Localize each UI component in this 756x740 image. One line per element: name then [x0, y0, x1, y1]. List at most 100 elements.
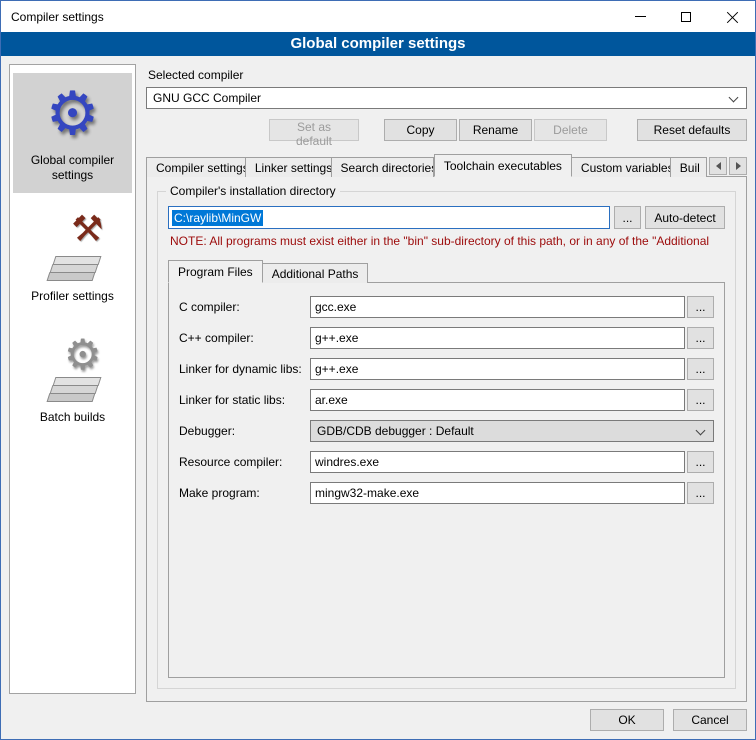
- tab-scroll-right-button[interactable]: [729, 157, 747, 175]
- toolchain-executables-panel: Compiler's installation directory C:\ray…: [146, 176, 747, 702]
- delete-button[interactable]: Delete: [534, 119, 607, 141]
- tab-linker-settings[interactable]: Linker settings: [246, 157, 332, 177]
- field-label: C compiler:: [179, 300, 310, 314]
- sidebar-item-label: Batch builds: [15, 410, 130, 425]
- bin-subdirectory-note: NOTE: All programs must exist either in …: [170, 234, 723, 248]
- maximize-icon: [681, 12, 691, 22]
- minimize-icon: [635, 16, 646, 17]
- compiler-select[interactable]: GNU GCC Compiler: [146, 87, 747, 109]
- tab-search-directories[interactable]: Search directories: [332, 157, 434, 177]
- main-row: ⚙ Global compiler settings ⚒ Profiler se…: [9, 64, 747, 702]
- dynamic-linker-browse-button[interactable]: ...: [687, 358, 714, 380]
- field-row-static-linker: Linker for static libs: ...: [179, 389, 714, 411]
- resource-compiler-input[interactable]: [310, 451, 685, 473]
- installation-directory-groupbox: Compiler's installation directory C:\ray…: [157, 191, 736, 689]
- tab-custom-variables[interactable]: Custom variables: [572, 157, 671, 177]
- cpp-compiler-input[interactable]: [310, 327, 685, 349]
- rename-button[interactable]: Rename: [459, 119, 532, 141]
- paper-sheet: [49, 264, 98, 273]
- sidebar-item-label: Global compiler settings: [15, 153, 130, 183]
- triangle-left-icon: [716, 162, 721, 170]
- selected-compiler-label: Selected compiler: [148, 68, 747, 82]
- field-label: Debugger:: [179, 424, 310, 438]
- field-row-debugger: Debugger: GDB/CDB debugger : Default: [179, 420, 714, 442]
- papers-stack-icon: [48, 251, 100, 281]
- cancel-button[interactable]: Cancel: [673, 709, 747, 731]
- program-files-tab-strip: Program Files Additional Paths: [168, 260, 725, 283]
- maximize-button[interactable]: [663, 1, 709, 32]
- installation-directory-input[interactable]: C:\raylib\MinGW: [168, 206, 610, 229]
- make-program-input[interactable]: [310, 482, 685, 504]
- resource-compiler-browse-button[interactable]: ...: [687, 451, 714, 473]
- tab-build-options[interactable]: Buil: [671, 157, 707, 177]
- sidebar-item-label: Profiler settings: [15, 289, 130, 304]
- sidebar-item-batch-builds[interactable]: ⚙ Batch builds: [13, 330, 132, 435]
- set-as-default-button[interactable]: Set as default: [269, 119, 359, 141]
- ok-button[interactable]: OK: [590, 709, 664, 731]
- settings-tab-strip: Compiler settings Linker settings Search…: [146, 154, 747, 177]
- global-compiler-settings-icon: ⚙: [40, 81, 106, 147]
- field-label: Linker for static libs:: [179, 393, 310, 407]
- batch-builds-icon: ⚙: [40, 338, 106, 404]
- field-label: Make program:: [179, 486, 310, 500]
- copy-button[interactable]: Copy: [384, 119, 457, 141]
- tab-toolchain-executables[interactable]: Toolchain executables: [434, 154, 572, 177]
- dialog-content: ⚙ Global compiler settings ⚒ Profiler se…: [1, 56, 755, 739]
- paper-sheet: [46, 272, 95, 281]
- installation-directory-browse-button[interactable]: ...: [614, 206, 641, 229]
- dialog-header: Global compiler settings: [1, 32, 755, 56]
- auto-detect-button[interactable]: Auto-detect: [645, 206, 725, 229]
- program-files-panel: C compiler: ... C++ compiler: ... Linker: [168, 282, 725, 678]
- profiler-settings-icon: ⚒: [40, 217, 106, 283]
- debugger-select-value: GDB/CDB debugger : Default: [317, 424, 474, 438]
- compiler-select-value: GNU GCC Compiler: [153, 91, 261, 105]
- tab-program-files[interactable]: Program Files: [168, 260, 263, 283]
- c-compiler-browse-button[interactable]: ...: [687, 296, 714, 318]
- hammer-icon: ⚒: [71, 211, 103, 247]
- minimize-button[interactable]: [617, 1, 663, 32]
- close-button[interactable]: [709, 1, 755, 32]
- tab-scroll-arrows: [709, 157, 747, 175]
- field-row-cpp-compiler: C++ compiler: ...: [179, 327, 714, 349]
- main-panel: Selected compiler GNU GCC Compiler Set a…: [136, 64, 747, 702]
- debugger-select[interactable]: GDB/CDB debugger : Default: [310, 420, 714, 442]
- field-row-dynamic-linker: Linker for dynamic libs: ...: [179, 358, 714, 380]
- c-compiler-input[interactable]: [310, 296, 685, 318]
- paper-sheet: [52, 256, 101, 265]
- close-icon: [726, 10, 739, 23]
- static-linker-browse-button[interactable]: ...: [687, 389, 714, 411]
- tab-compiler-settings[interactable]: Compiler settings: [146, 157, 246, 177]
- dynamic-linker-input[interactable]: [310, 358, 685, 380]
- compiler-buttons-row: Set as default Copy Rename Delete Reset …: [146, 119, 747, 141]
- sidebar-item-global-compiler-settings[interactable]: ⚙ Global compiler settings: [13, 73, 132, 193]
- make-program-browse-button[interactable]: ...: [687, 482, 714, 504]
- tab-additional-paths[interactable]: Additional Paths: [263, 263, 369, 283]
- installation-directory-row: C:\raylib\MinGW ... Auto-detect: [168, 206, 725, 229]
- paper-sheet: [49, 385, 98, 394]
- field-label: Resource compiler:: [179, 455, 310, 469]
- compiler-settings-window: Compiler settings Global compiler settin…: [0, 0, 756, 740]
- window-title: Compiler settings: [1, 10, 104, 24]
- chevron-down-icon: [696, 426, 706, 436]
- field-row-make-program: Make program: ...: [179, 482, 714, 504]
- gear-icon: ⚙: [40, 81, 106, 147]
- reset-defaults-button[interactable]: Reset defaults: [637, 119, 747, 141]
- title-bar: Compiler settings: [1, 1, 755, 32]
- field-label: C++ compiler:: [179, 331, 310, 345]
- category-sidebar: ⚙ Global compiler settings ⚒ Profiler se…: [9, 64, 136, 694]
- groupbox-title: Compiler's installation directory: [166, 184, 340, 198]
- paper-sheet: [52, 377, 101, 386]
- dialog-footer: OK Cancel: [9, 702, 747, 731]
- static-linker-input[interactable]: [310, 389, 685, 411]
- triangle-right-icon: [736, 162, 741, 170]
- field-label: Linker for dynamic libs:: [179, 362, 310, 376]
- sidebar-item-profiler-settings[interactable]: ⚒ Profiler settings: [13, 209, 132, 314]
- cpp-compiler-browse-button[interactable]: ...: [687, 327, 714, 349]
- tab-scroll-left-button[interactable]: [709, 157, 727, 175]
- chevron-down-icon: [729, 93, 739, 103]
- installation-directory-value: C:\raylib\MinGW: [172, 210, 263, 226]
- window-controls: [617, 1, 755, 32]
- paper-sheet: [46, 393, 95, 402]
- gear-icon: ⚙: [64, 334, 102, 376]
- field-row-resource-compiler: Resource compiler: ...: [179, 451, 714, 473]
